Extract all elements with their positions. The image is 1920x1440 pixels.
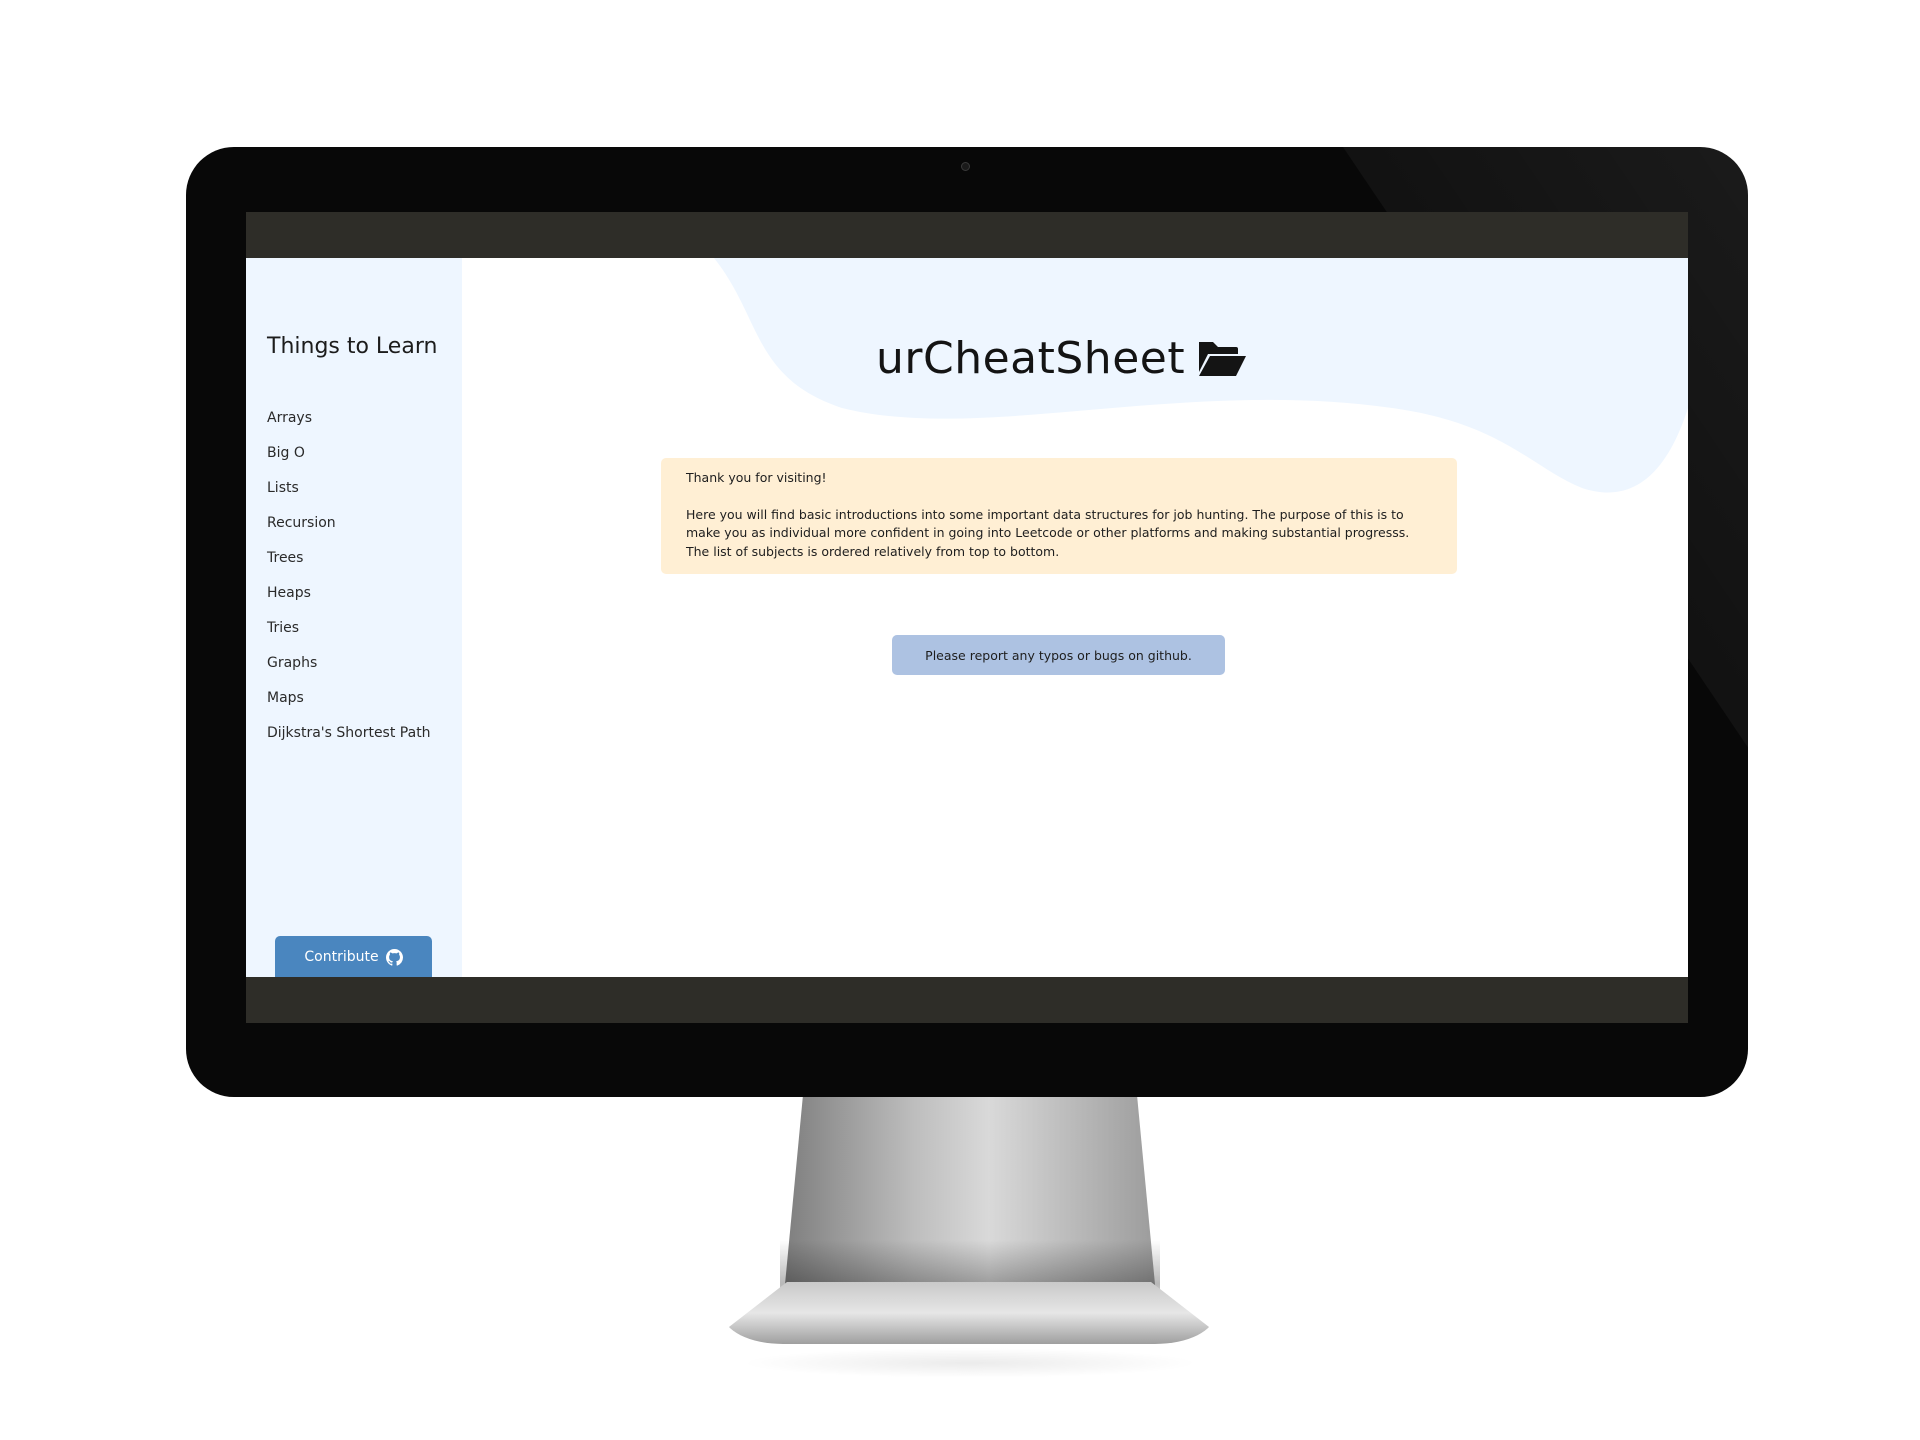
contribute-label: Contribute xyxy=(304,949,379,965)
sidebar-item-maps[interactable]: Maps xyxy=(267,690,452,725)
folder-open-icon xyxy=(1199,342,1247,376)
sidebar-nav: Arrays Big O Lists Recursion Trees Heaps… xyxy=(267,410,452,765)
monitor-stand-reflection xyxy=(740,1348,1200,1378)
monitor-stand-base xyxy=(723,1282,1215,1344)
sidebar-item-recursion[interactable]: Recursion xyxy=(267,515,452,550)
github-icon xyxy=(385,948,403,966)
screen-top-strip xyxy=(246,212,1688,258)
sidebar-item-heaps[interactable]: Heaps xyxy=(267,585,452,620)
page-title: urCheatSheet xyxy=(876,328,1247,388)
notice-body: Here you will find basic introductions i… xyxy=(686,506,1410,559)
app-title-text: urCheatSheet xyxy=(876,332,1186,384)
sidebar-item-arrays[interactable]: Arrays xyxy=(267,410,452,445)
welcome-notice: Thank you for visiting! Here you will fi… xyxy=(661,458,1457,574)
sidebar-item-graphs[interactable]: Graphs xyxy=(267,655,452,690)
sidebar-item-lists[interactable]: Lists xyxy=(267,480,452,515)
report-bugs-button[interactable]: Please report any typos or bugs on githu… xyxy=(892,635,1225,675)
mockup-stage: Things to Learn Arrays Big O Lists Recur… xyxy=(0,0,1920,1440)
sidebar-item-dijkstra[interactable]: Dijkstra's Shortest Path xyxy=(267,725,452,765)
screen-bottom-strip xyxy=(246,977,1688,1023)
sidebar: Things to Learn Arrays Big O Lists Recur… xyxy=(246,258,462,977)
notice-greeting: Thank you for visiting! xyxy=(686,470,827,485)
sidebar-title: Things to Learn xyxy=(267,334,438,359)
sidebar-item-trees[interactable]: Trees xyxy=(267,550,452,585)
sidebar-item-big-o[interactable]: Big O xyxy=(267,445,452,480)
sidebar-item-tries[interactable]: Tries xyxy=(267,620,452,655)
contribute-button[interactable]: Contribute xyxy=(275,936,432,977)
webcam-icon xyxy=(961,162,970,171)
screen-viewport: Things to Learn Arrays Big O Lists Recur… xyxy=(246,258,1688,977)
